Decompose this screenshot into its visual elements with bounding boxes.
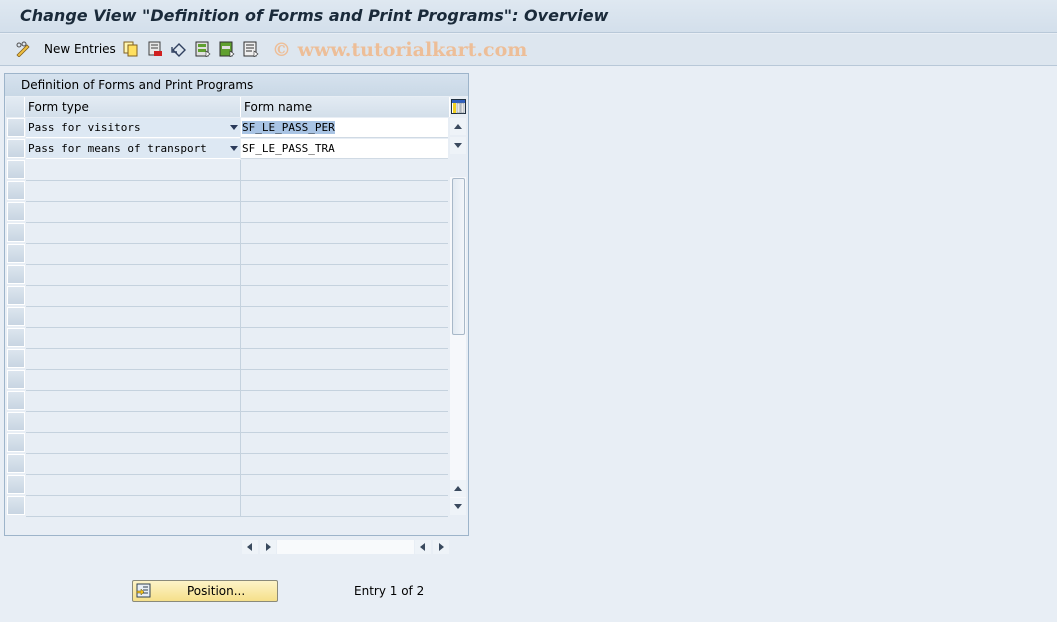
delete-icon[interactable] bbox=[147, 41, 163, 57]
row-divider bbox=[26, 327, 448, 328]
table-header: Definition of Forms and Print Programs bbox=[5, 74, 468, 96]
edit-glasses-icon[interactable] bbox=[15, 41, 31, 57]
form-type-dropdown[interactable]: Pass for visitors bbox=[26, 118, 240, 138]
entry-counter: Entry 1 of 2 bbox=[354, 584, 425, 598]
row-selector[interactable] bbox=[7, 223, 25, 242]
scroll-right-button[interactable] bbox=[260, 540, 276, 554]
form-name-value: SF_LE_PASS_TRA bbox=[242, 142, 335, 155]
row-divider bbox=[26, 516, 448, 517]
row-divider bbox=[26, 474, 448, 475]
row-divider bbox=[26, 264, 448, 265]
form-type-dropdown[interactable]: Pass for means of transport bbox=[26, 139, 240, 159]
column-divider bbox=[240, 160, 241, 517]
row-selector[interactable] bbox=[7, 307, 25, 326]
row-selector[interactable] bbox=[7, 244, 25, 263]
row-divider bbox=[26, 390, 448, 391]
table-settings-icon[interactable] bbox=[451, 99, 466, 114]
position-label: Position... bbox=[187, 584, 246, 598]
position-icon bbox=[136, 583, 151, 598]
row-selector[interactable] bbox=[7, 391, 25, 410]
form-type-value: Pass for means of transport bbox=[28, 142, 207, 155]
form-name-input[interactable]: SF_LE_PASS_PER bbox=[241, 118, 448, 138]
page-title: Change View "Definition of Forms and Pri… bbox=[20, 6, 609, 25]
column-header-form-name[interactable]: Form name bbox=[241, 97, 450, 117]
table-title: Definition of Forms and Print Programs bbox=[21, 78, 254, 92]
form-type-value: Pass for visitors bbox=[28, 121, 141, 134]
row-selector[interactable] bbox=[7, 328, 25, 347]
row-divider bbox=[26, 306, 448, 307]
scroll-up-button[interactable] bbox=[450, 118, 466, 135]
new-entries-button[interactable]: New Entries bbox=[44, 42, 116, 56]
deselect-all-icon[interactable] bbox=[243, 41, 259, 57]
row-selector[interactable] bbox=[7, 202, 25, 221]
row-divider bbox=[26, 432, 448, 433]
copy-icon[interactable] bbox=[123, 41, 139, 57]
title-bar: Change View "Definition of Forms and Pri… bbox=[0, 0, 1057, 33]
form-name-value: SF_LE_PASS_PER bbox=[242, 121, 335, 134]
form-name-input[interactable]: SF_LE_PASS_TRA bbox=[241, 139, 448, 159]
row-selector[interactable] bbox=[7, 370, 25, 389]
row-divider bbox=[26, 285, 448, 286]
row-divider bbox=[26, 222, 448, 223]
row-divider bbox=[26, 243, 448, 244]
row-divider bbox=[26, 495, 448, 496]
scroll-right-end-button[interactable] bbox=[433, 540, 449, 554]
horizontal-scrollbar-track[interactable] bbox=[277, 540, 414, 554]
scroll-left-button[interactable] bbox=[242, 540, 258, 554]
chevron-down-icon[interactable] bbox=[230, 146, 238, 151]
table-control: Definition of Forms and Print Programs F… bbox=[4, 73, 469, 554]
row-selector[interactable] bbox=[7, 265, 25, 284]
select-all-icon[interactable] bbox=[195, 41, 211, 57]
row-divider bbox=[26, 453, 448, 454]
column-header-form-type[interactable]: Form type bbox=[25, 97, 241, 117]
row-selector[interactable] bbox=[7, 454, 25, 473]
row-selector[interactable] bbox=[7, 496, 25, 515]
row-divider bbox=[26, 348, 448, 349]
row-selector[interactable] bbox=[7, 118, 25, 137]
row-selector[interactable] bbox=[7, 160, 25, 179]
scroll-down-button-bottom[interactable] bbox=[450, 498, 466, 515]
watermark: © www.tutorialkart.com bbox=[272, 39, 528, 61]
vertical-scrollbar-thumb[interactable] bbox=[452, 178, 465, 335]
row-divider bbox=[26, 201, 448, 202]
row-selector[interactable] bbox=[7, 286, 25, 305]
row-selector[interactable] bbox=[7, 139, 25, 158]
select-block-icon[interactable] bbox=[219, 41, 235, 57]
scroll-down-button[interactable] bbox=[450, 137, 466, 154]
position-button[interactable]: Position... bbox=[132, 580, 278, 602]
row-divider bbox=[26, 369, 448, 370]
row-selector[interactable] bbox=[7, 475, 25, 494]
row-selector[interactable] bbox=[7, 433, 25, 452]
scroll-up-button-bottom[interactable] bbox=[450, 480, 466, 497]
scroll-left-end-button[interactable] bbox=[415, 540, 431, 554]
row-selector[interactable] bbox=[7, 181, 25, 200]
row-divider bbox=[26, 411, 448, 412]
chevron-down-icon[interactable] bbox=[230, 125, 238, 130]
row-selector[interactable] bbox=[7, 349, 25, 368]
toolbar: New Entries © www.tutorialkart.com bbox=[0, 34, 1057, 66]
select-all-rows-button[interactable] bbox=[6, 97, 25, 117]
undo-icon[interactable] bbox=[171, 41, 187, 57]
row-selector[interactable] bbox=[7, 412, 25, 431]
row-divider bbox=[26, 180, 448, 181]
